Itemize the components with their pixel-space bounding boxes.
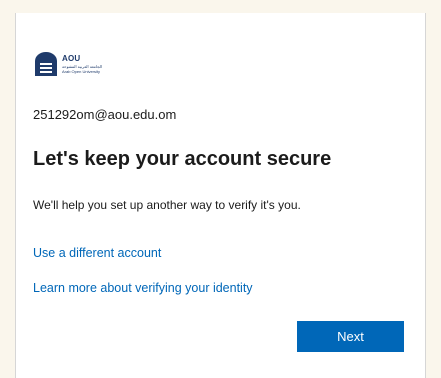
use-different-account-link[interactable]: Use a different account — [33, 246, 161, 260]
logo-arabic-name: الجامعة العربية المفتوحة — [62, 63, 103, 69]
logo-text: AOU الجامعة العربية المفتوحة Arab Open U… — [62, 53, 103, 74]
logo-english-name: Arab Open University — [62, 68, 101, 74]
organization-logo: AOU الجامعة العربية المفتوحة Arab Open U… — [34, 51, 102, 77]
aou-logo-icon — [34, 51, 58, 77]
next-button[interactable]: Next — [297, 321, 404, 352]
account-email: 251292om@aou.edu.om — [33, 107, 177, 122]
page-description: We'll help you set up another way to ver… — [33, 198, 301, 212]
sign-in-card: AOU الجامعة العربية المفتوحة Arab Open U… — [15, 13, 426, 378]
logo-name: AOU — [62, 53, 81, 63]
learn-more-link[interactable]: Learn more about verifying your identity — [33, 281, 253, 295]
page-title: Let's keep your account secure — [33, 148, 332, 170]
